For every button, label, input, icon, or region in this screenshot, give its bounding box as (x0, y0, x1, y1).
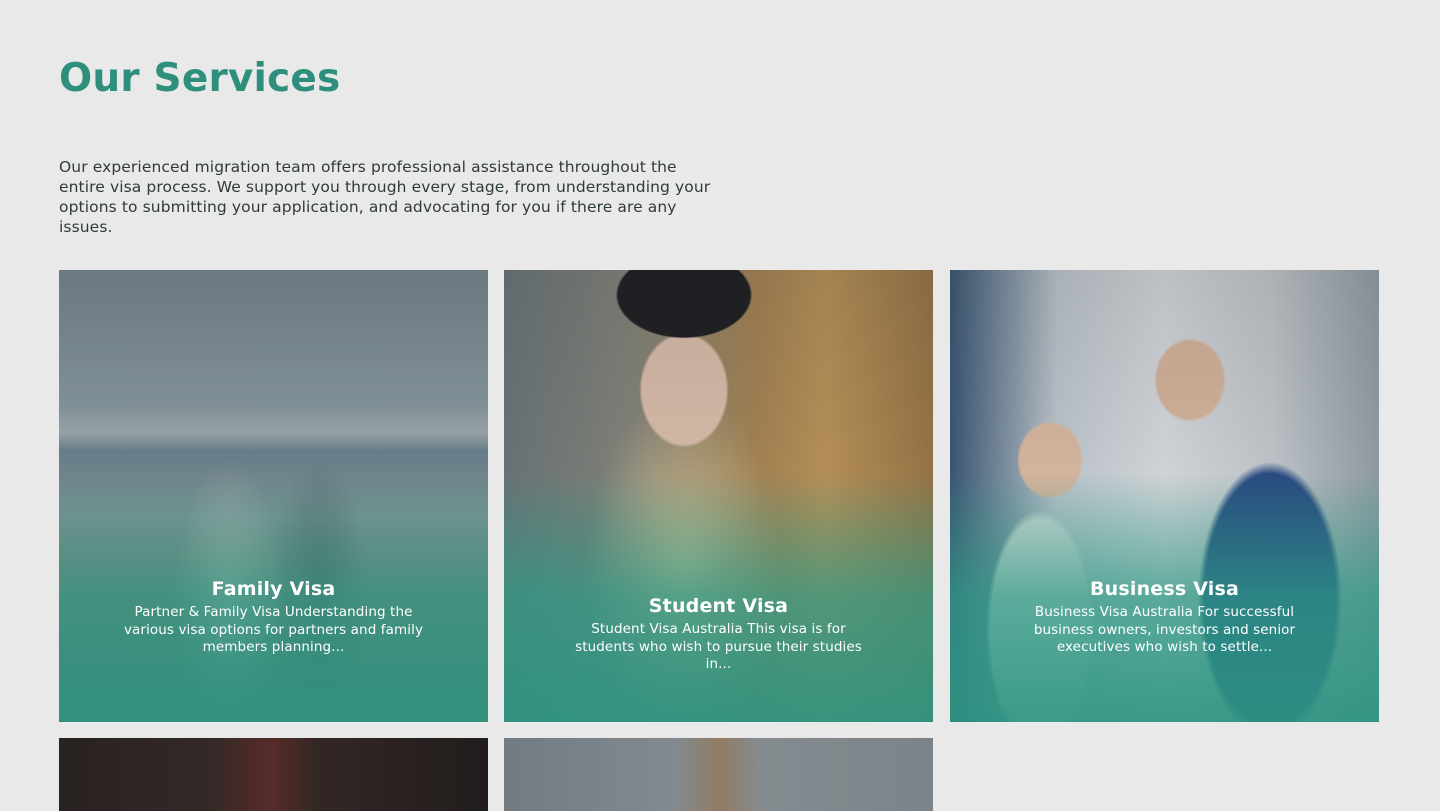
card-title: Student Visa (648, 595, 789, 617)
card-content: Family Visa Partner & Family Visa Unders… (59, 578, 488, 657)
services-page: Our Services Our experienced migration t… (0, 0, 1440, 811)
card-content: Business Visa Business Visa Australia Fo… (950, 578, 1379, 657)
card-dim-overlay (504, 738, 933, 811)
page-title: Our Services (59, 56, 341, 101)
service-card-student-visa[interactable]: Student Visa Student Visa Australia This… (504, 270, 933, 722)
card-description: Partner & Family Visa Understanding the … (123, 604, 424, 655)
card-description: Business Visa Australia For successful b… (1033, 604, 1296, 655)
section-intro: Our experienced migration team offers pr… (59, 158, 711, 236)
card-description: Student Visa Australia This visa is for … (575, 621, 862, 672)
card-content: Student Visa Student Visa Australia This… (504, 595, 933, 674)
service-card-4[interactable] (59, 738, 488, 811)
service-card-5[interactable] (504, 738, 933, 811)
card-dim-overlay (59, 738, 488, 811)
service-card-business-visa[interactable]: Business Visa Business Visa Australia Fo… (950, 270, 1379, 722)
card-title: Business Visa (1089, 578, 1240, 600)
card-title: Family Visa (211, 578, 336, 600)
service-card-family-visa[interactable]: Family Visa Partner & Family Visa Unders… (59, 270, 488, 722)
